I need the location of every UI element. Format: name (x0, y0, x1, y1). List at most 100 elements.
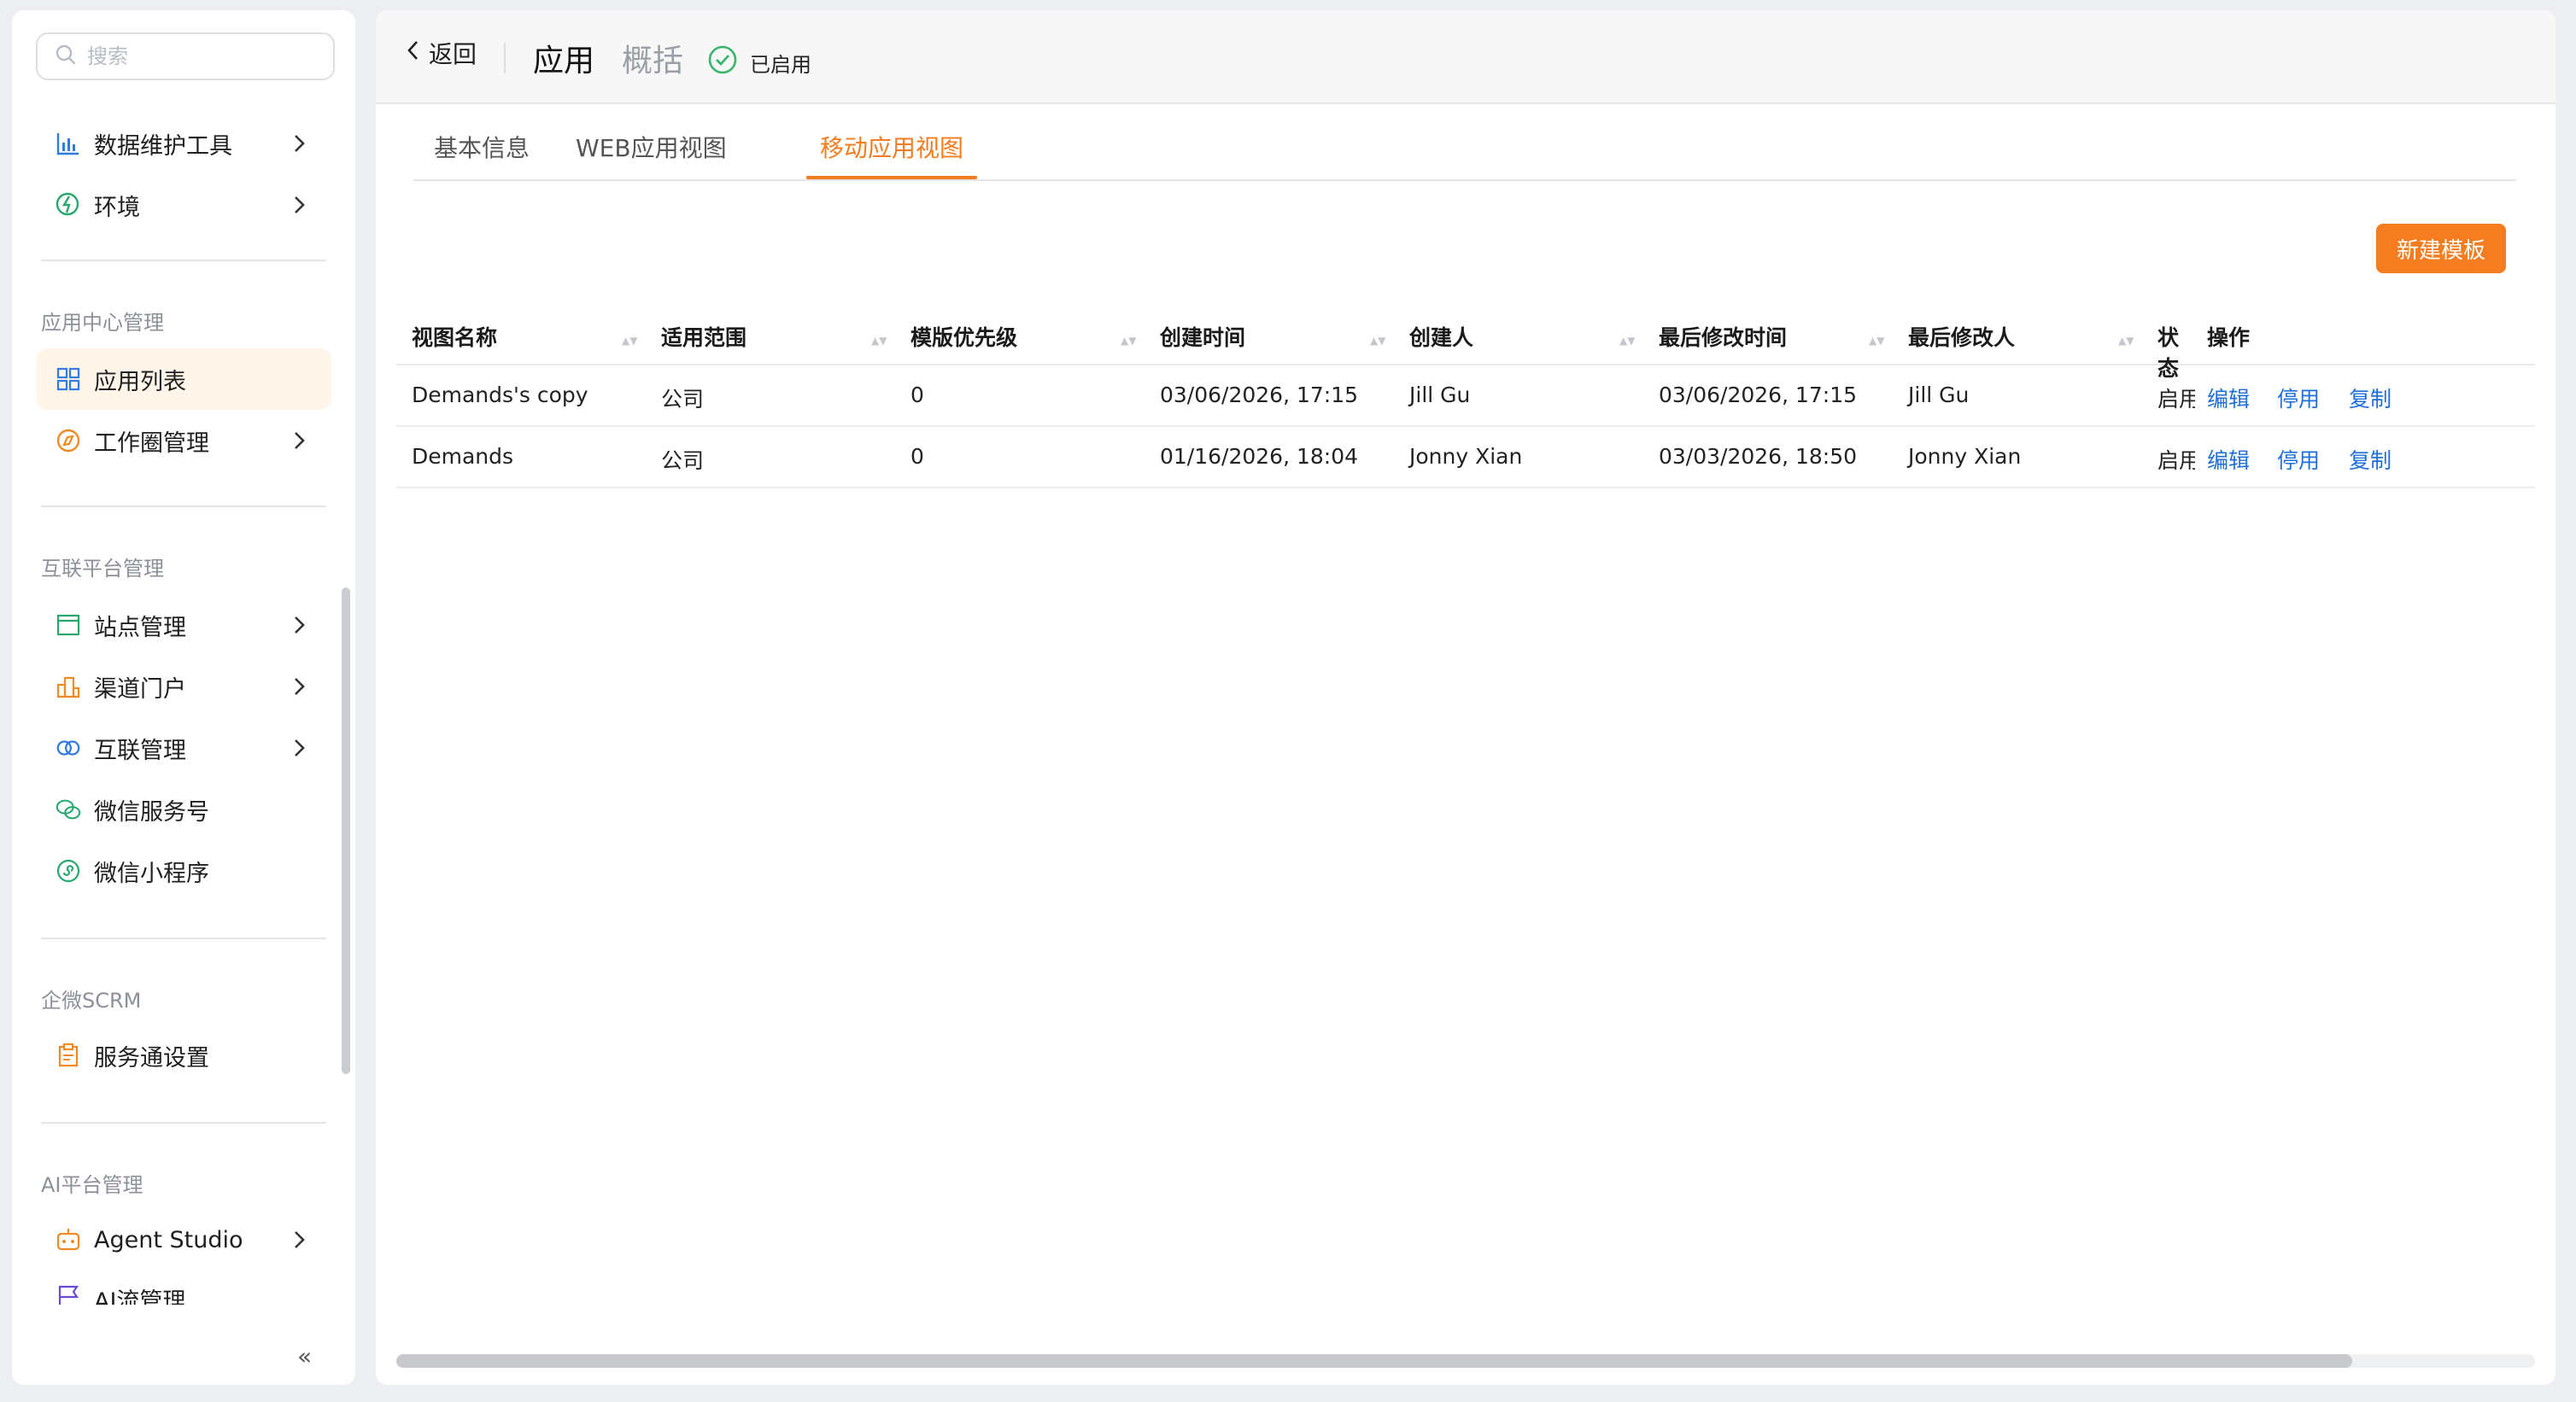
cell-scope: 公司 (661, 448, 705, 473)
cell-modifier: Jonny Xian (1908, 444, 2022, 469)
sidebar-item-data-tools[interactable]: 数据维护工具 (36, 113, 331, 174)
horizontal-scrollbar[interactable] (396, 1354, 2535, 1368)
chevron-right-icon (289, 193, 311, 220)
search-input[interactable] (85, 44, 319, 69)
chevron-left-icon (405, 38, 422, 69)
page-subtitle[interactable]: 概括 (622, 36, 683, 80)
sidebar-item-agent-studio[interactable]: Agent Studio (36, 1209, 331, 1271)
cell-creator: Jonny Xian (1409, 444, 1523, 469)
cell-status: 启用 (2157, 387, 2195, 412)
chevron-right-icon (289, 675, 311, 702)
edit-link[interactable]: 编辑 (2207, 383, 2250, 413)
chevron-right-icon (289, 613, 311, 640)
divider (41, 938, 326, 939)
chevron-right-icon (289, 736, 311, 763)
tab-basic-info[interactable]: 基本信息 (434, 130, 530, 164)
sidebar-item-interconnect[interactable]: 互联管理 (36, 717, 331, 779)
sidebar-item-label: 环境 (94, 194, 140, 221)
column-header[interactable]: 最后修改人 (1908, 321, 2015, 352)
sidebar-item-service-settings[interactable]: 服务通设置 (36, 1025, 331, 1086)
tab-bar: 基本信息 WEB应用视图 移动应用视图 (413, 114, 2556, 183)
new-template-button[interactable]: 新建模板 (2376, 224, 2506, 273)
divider (41, 260, 326, 261)
sidebar-item-label: Agent Studio (94, 1226, 243, 1253)
collapse-sidebar-icon[interactable]: « (297, 1342, 312, 1370)
building-icon (55, 673, 82, 700)
sidebar-item-label: 互联管理 (94, 737, 186, 764)
mini-program-icon (55, 857, 82, 885)
header-divider (504, 43, 506, 73)
sort-icon[interactable]: ▲▼ (622, 335, 637, 347)
copy-link[interactable]: 复制 (2349, 444, 2392, 475)
chevron-right-icon (289, 1228, 311, 1255)
section-title: 企微SCRM (41, 989, 142, 1013)
status-badge: 已启用 (707, 44, 811, 80)
sidebar-item-environment[interactable]: 环境 (36, 174, 331, 236)
sidebar-item-ai-flow[interactable]: AI流管理 (36, 1271, 331, 1305)
disable-link[interactable]: 停用 (2277, 444, 2320, 475)
column-header[interactable]: 视图名称 (412, 321, 497, 352)
sidebar-item-label: 渠道门户 (94, 675, 186, 703)
back-label: 返回 (429, 40, 477, 68)
cell-name: Demands (412, 444, 514, 469)
sidebar-item-app-list[interactable]: 应用列表 (36, 348, 331, 410)
flag-icon (55, 1282, 82, 1305)
column-header[interactable]: 创建人 (1409, 321, 1473, 352)
section-title: 应用中心管理 (41, 311, 164, 335)
cell-priority: 0 (910, 383, 924, 407)
column-header[interactable]: 适用范围 (661, 321, 746, 352)
sidebar-item-mini-program[interactable]: 微信小程序 (36, 840, 331, 902)
table-row: Demands's copy 公司 0 03/06/2026, 17:15 Ji… (396, 365, 2535, 427)
main-panel: 返回 应用 概括 已启用 基本信息 WEB应用视图 移动应用视图 新建模板 视图… (376, 10, 2556, 1385)
sidebar-item-channel-portal[interactable]: 渠道门户 (36, 656, 331, 717)
sidebar-item-label: AI流管理 (94, 1288, 186, 1305)
divider (41, 505, 326, 507)
tab-web-view[interactable]: WEB应用视图 (576, 130, 727, 164)
column-header[interactable]: 最后修改时间 (1659, 321, 1787, 352)
table-row: Demands 公司 0 01/16/2026, 18:04 Jonny Xia… (396, 427, 2535, 488)
search-box[interactable] (36, 32, 335, 80)
sort-icon[interactable]: ▲▼ (2118, 335, 2134, 347)
column-header: 操作 (2207, 325, 2251, 350)
sort-icon[interactable]: ▲▼ (1869, 335, 1884, 347)
column-header[interactable]: 模版优先级 (910, 321, 1017, 352)
cell-status: 启用 (2157, 448, 2195, 473)
cell-created: 03/06/2026, 17:15 (1160, 383, 1359, 407)
sort-icon[interactable]: ▲▼ (1619, 335, 1635, 347)
cell-modifier: Jill Gu (1908, 383, 1970, 407)
sidebar-scrollbar[interactable] (342, 587, 350, 1074)
status-text: 已启用 (750, 52, 811, 77)
tab-mobile-view[interactable]: 移动应用视图 (820, 130, 963, 164)
sidebar-item-label: 微信小程序 (94, 860, 209, 887)
chevron-right-icon (289, 131, 311, 159)
search-icon (55, 44, 77, 69)
sort-icon[interactable]: ▲▼ (871, 335, 887, 347)
views-table: 视图名称 ▲▼ 适用范围 ▲▼ 模版优先级 ▲▼ 创建时间 ▲▼ 创建人 ▲▼ … (396, 301, 2535, 488)
tabs-divider (413, 179, 2516, 181)
back-button[interactable]: 返回 (405, 36, 477, 70)
cell-modified: 03/06/2026, 17:15 (1659, 383, 1858, 407)
environment-icon (55, 191, 82, 219)
cell-creator: Jill Gu (1409, 383, 1471, 407)
sidebar-item-label: 服务通设置 (94, 1044, 209, 1072)
edit-link[interactable]: 编辑 (2207, 444, 2250, 475)
table-header: 视图名称 ▲▼ 适用范围 ▲▼ 模版优先级 ▲▼ 创建时间 ▲▼ 创建人 ▲▼ … (396, 301, 2535, 381)
sidebar-item-site[interactable]: 站点管理 (36, 594, 331, 656)
sidebar-item-wechat-service[interactable]: 微信服务号 (36, 779, 331, 840)
column-header[interactable]: 创建时间 (1160, 321, 1245, 352)
scrollbar-thumb[interactable] (396, 1354, 2352, 1368)
sort-icon[interactable]: ▲▼ (1121, 335, 1136, 347)
copy-link[interactable]: 复制 (2349, 383, 2392, 413)
sidebar-item-label: 工作圈管理 (94, 429, 209, 457)
cell-priority: 0 (910, 444, 924, 469)
cell-name: Demands's copy (412, 383, 588, 407)
sort-icon[interactable]: ▲▼ (1370, 335, 1385, 347)
sidebar-item-workcircle[interactable]: 工作圈管理 (36, 410, 331, 471)
sidebar-item-label: 数据维护工具 (94, 132, 232, 160)
grid-icon (55, 365, 82, 393)
site-icon (55, 611, 82, 639)
clipboard-icon (55, 1042, 82, 1069)
sidebar-item-label: 站点管理 (94, 614, 186, 641)
link-rings-icon (55, 734, 82, 762)
disable-link[interactable]: 停用 (2277, 383, 2320, 413)
